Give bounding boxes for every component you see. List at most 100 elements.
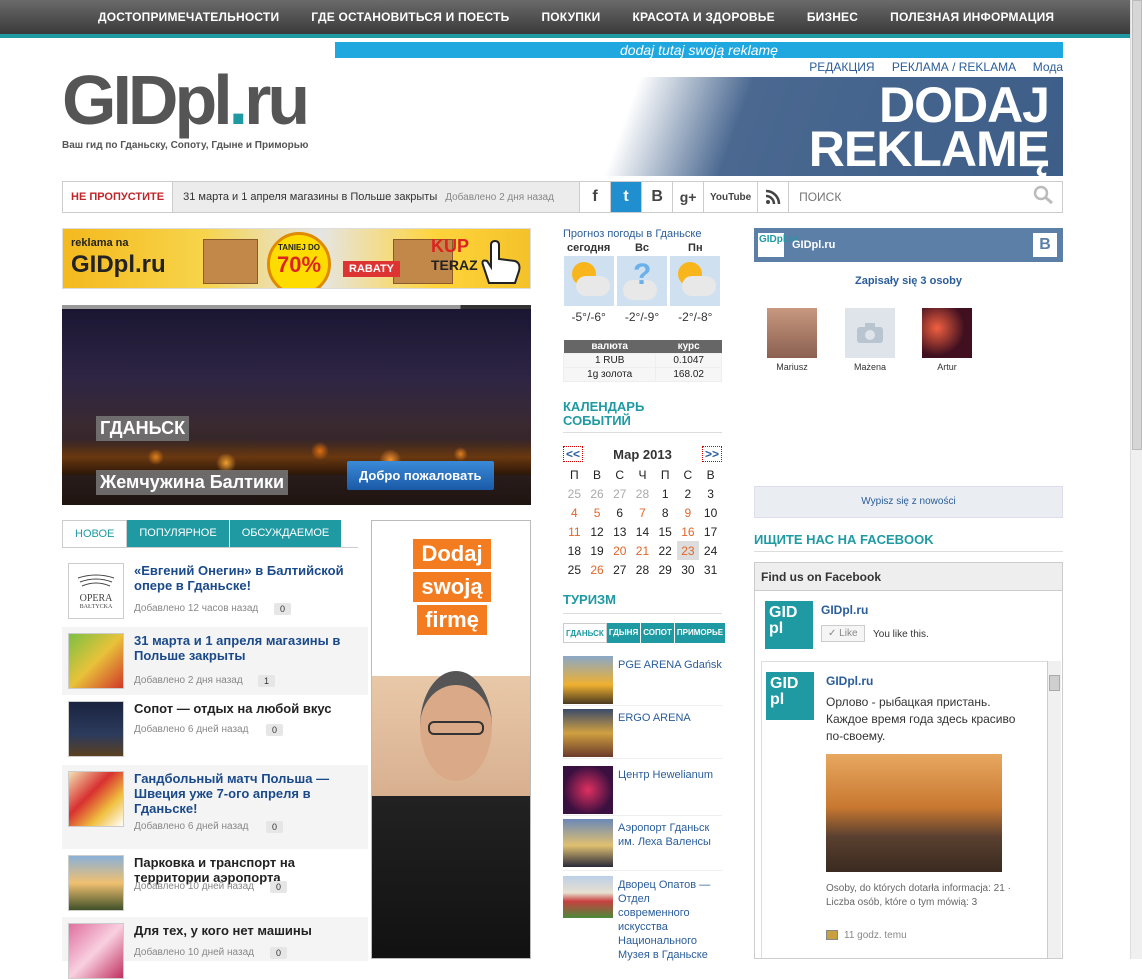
facebook-icon[interactable]: f (579, 182, 610, 212)
list-item[interactable]: OPERA BAŁTYCKA «Евгений Онегин» в Балтий… (62, 557, 368, 627)
ad-strip[interactable]: dodaj tutaj swoją reklamę (335, 42, 1063, 58)
vk-subscribers[interactable]: Zapisały się 3 osoby (754, 275, 1063, 287)
welcome-button[interactable]: Добро пожаловать (347, 461, 494, 490)
promo-banner[interactable]: reklama na GIDpl.ru TANIEJ DO 70% RABATY … (62, 228, 531, 289)
comment-count[interactable]: 0 (270, 881, 288, 893)
vk-group-name[interactable]: GIDpl.ru (792, 239, 835, 251)
list-item[interactable]: Для тех, у кого нет машины Добавлено 10 … (62, 917, 368, 979)
calendar-day-event[interactable]: 4 (563, 503, 586, 522)
like-button[interactable]: ✓ Like (821, 625, 865, 642)
news-meta: Добавлено 2 дня назад (134, 675, 243, 686)
tab-new[interactable]: НОВОЕ (62, 520, 128, 547)
calendar-day-event[interactable]: 20 (608, 541, 631, 560)
vk-unsubscribe-button[interactable]: Wypisz się z nowości (754, 486, 1063, 518)
post-time[interactable]: 11 godz. temu (826, 930, 907, 941)
nav-item-beauty[interactable]: КРАСОТА И ЗДОРОВЬЕ (632, 10, 774, 24)
tab-gdynia[interactable]: ГДЫНЯ (606, 623, 642, 643)
list-item[interactable]: Дворец Опатов — Отдел современного искус… (563, 876, 722, 962)
twitter-icon[interactable]: t (610, 182, 642, 212)
tour-name[interactable]: Центр Hewelianum (618, 768, 713, 782)
tab-gdansk[interactable]: ГДАНЬСК (563, 623, 607, 643)
list-item[interactable]: Сопот — отдых на любой вкус Добавлено 6 … (62, 695, 368, 765)
list-item[interactable]: Гандбольный матч Польша — Швеция уже 7-о… (62, 765, 368, 849)
vk-member[interactable]: Mażena (840, 308, 900, 372)
nav-item-shopping[interactable]: ПОКУПКИ (541, 10, 600, 24)
comment-count[interactable]: 0 (270, 947, 288, 959)
promo-rabaty: RABATY (343, 261, 401, 277)
link-editorial[interactable]: РЕДАКЦИЯ (795, 60, 874, 74)
ticker-headline[interactable]: 31 марта и 1 апреля магазины в Польше за… (173, 182, 580, 212)
link-fashion[interactable]: Мода (1019, 60, 1063, 74)
header-ad-banner[interactable]: DODAJ REKLAMĘ (334, 77, 1063, 176)
news-title[interactable]: Сопот — отдых на любой вкус (134, 701, 362, 716)
comment-count[interactable]: 0 (266, 821, 284, 833)
nav-item-business[interactable]: БИЗНЕС (807, 10, 858, 24)
scrollbar-thumb[interactable] (1049, 675, 1060, 691)
gidpl-logo-icon[interactable]: GID pl (766, 672, 814, 720)
list-item[interactable]: Парковка и транспорт на территории аэроп… (62, 849, 368, 917)
nav-item-useful-info[interactable]: ПОЛЕЗНАЯ ИНФОРМАЦИЯ (890, 10, 1054, 24)
post-author[interactable]: GIDpl.ru (826, 674, 873, 688)
vkontakte-icon[interactable]: B (641, 182, 672, 212)
tab-popular[interactable]: ПОПУЛЯРНОЕ (127, 520, 230, 547)
list-item[interactable]: ERGO ARENA (563, 709, 722, 759)
tour-thumbnail (563, 766, 613, 814)
hero-slider[interactable]: ГДАНЬСК Жемчужина Балтики Добро пожалова… (62, 309, 531, 505)
calendar-day: 25 (567, 562, 582, 577)
tour-name[interactable]: ERGO ARENA (618, 711, 691, 725)
weather-title[interactable]: Прогноз погоды в Гданьске (563, 228, 723, 240)
news-title[interactable]: 31 марта и 1 апреля магазины в Польше за… (134, 633, 362, 663)
calendar-next-button[interactable]: >> (701, 446, 722, 462)
vk-member[interactable]: Mariusz (762, 308, 822, 372)
post-photo[interactable] (826, 754, 1002, 872)
tour-name[interactable]: Аэропорт Гданьск им. Леха Валенсы (618, 821, 722, 849)
calendar-day-event[interactable]: 7 (631, 503, 654, 522)
side-ad-banner[interactable]: Dodajswojąfirmę (371, 520, 531, 959)
google-plus-icon[interactable]: g+ (672, 182, 703, 212)
calendar-day-event[interactable]: 16 (677, 522, 700, 541)
calendar-day-event[interactable]: 26 (586, 560, 609, 579)
calendar-day-event[interactable]: 9 (677, 503, 700, 522)
list-item[interactable]: Аэропорт Гданьск им. Леха Валенсы (563, 819, 722, 871)
facebook-scrollbar[interactable] (1047, 661, 1061, 958)
vkontakte-icon[interactable]: B (1033, 233, 1057, 257)
rss-icon[interactable] (757, 182, 788, 212)
calendar-day-event[interactable]: 21 (631, 541, 654, 560)
search-input[interactable] (789, 190, 960, 204)
news-meta: Добавлено 10 дней назад (134, 947, 254, 958)
tab-pomorze[interactable]: ПРИМОРЬЕ (674, 623, 727, 643)
tour-name[interactable]: PGE ARENA Gdańsk (618, 658, 722, 672)
site-logo[interactable]: GIDpl.ru Ваш гид по Гданьску, Сопоту, Гд… (62, 65, 310, 151)
list-item[interactable]: PGE ARENA Gdańsk (563, 656, 722, 706)
youtube-icon[interactable]: YouTube (703, 182, 757, 212)
gidpl-logo-icon[interactable]: GID pl (765, 601, 813, 649)
comment-count[interactable]: 1 (258, 675, 276, 687)
news-title[interactable]: Гандбольный матч Польша — Швеция уже 7-о… (134, 771, 362, 816)
tour-name[interactable]: Дворец Опатов — Отдел современного искус… (618, 878, 722, 962)
facebook-page-name[interactable]: GIDpl.ru (821, 603, 868, 617)
comment-count[interactable]: 0 (266, 724, 284, 736)
search-icon[interactable] (1032, 185, 1054, 210)
scrollbar-thumb[interactable] (1132, 0, 1142, 450)
list-item[interactable]: Центр Hewelianum (563, 766, 722, 816)
currency-rates: валюта курс 1 RUB 0.1047 1g золота 168.02 (562, 340, 722, 382)
news-title[interactable]: «Евгений Онегин» в Балтийской опере в Гд… (134, 563, 362, 593)
page-scrollbar[interactable] (1130, 0, 1142, 959)
calendar-prev-button[interactable]: << (563, 446, 584, 462)
news-title[interactable]: Для тех, у кого нет машины (134, 923, 362, 938)
vk-member[interactable]: Artur (917, 308, 977, 372)
nav-item-stay-eat[interactable]: ГДЕ ОСТАНОВИТЬСЯ И ПОЕСТЬ (311, 10, 509, 24)
link-advertising[interactable]: РЕКЛАМА / REKLAMA (878, 60, 1016, 74)
comment-count[interactable]: 0 (274, 603, 292, 615)
list-item[interactable]: 31 марта и 1 апреля магазины в Польше за… (62, 627, 368, 695)
calendar-day-today[interactable]: 23 (676, 541, 700, 560)
tab-discussed[interactable]: ОБСУЖДАЕМОЕ (229, 520, 343, 547)
rates-cell: 1 RUB (562, 353, 657, 368)
calendar-day-event[interactable]: 5 (586, 503, 609, 522)
calendar-day-event[interactable]: 11 (563, 522, 586, 541)
you-like-text: You like this. (873, 629, 929, 640)
unknown-weather-icon: ? (616, 256, 667, 306)
tab-sopot[interactable]: СОПОТ (641, 623, 675, 643)
camera-icon (845, 308, 895, 358)
nav-item-sights[interactable]: ДОСТОПРИМЕЧАТЕЛЬНОСТИ (98, 10, 279, 24)
